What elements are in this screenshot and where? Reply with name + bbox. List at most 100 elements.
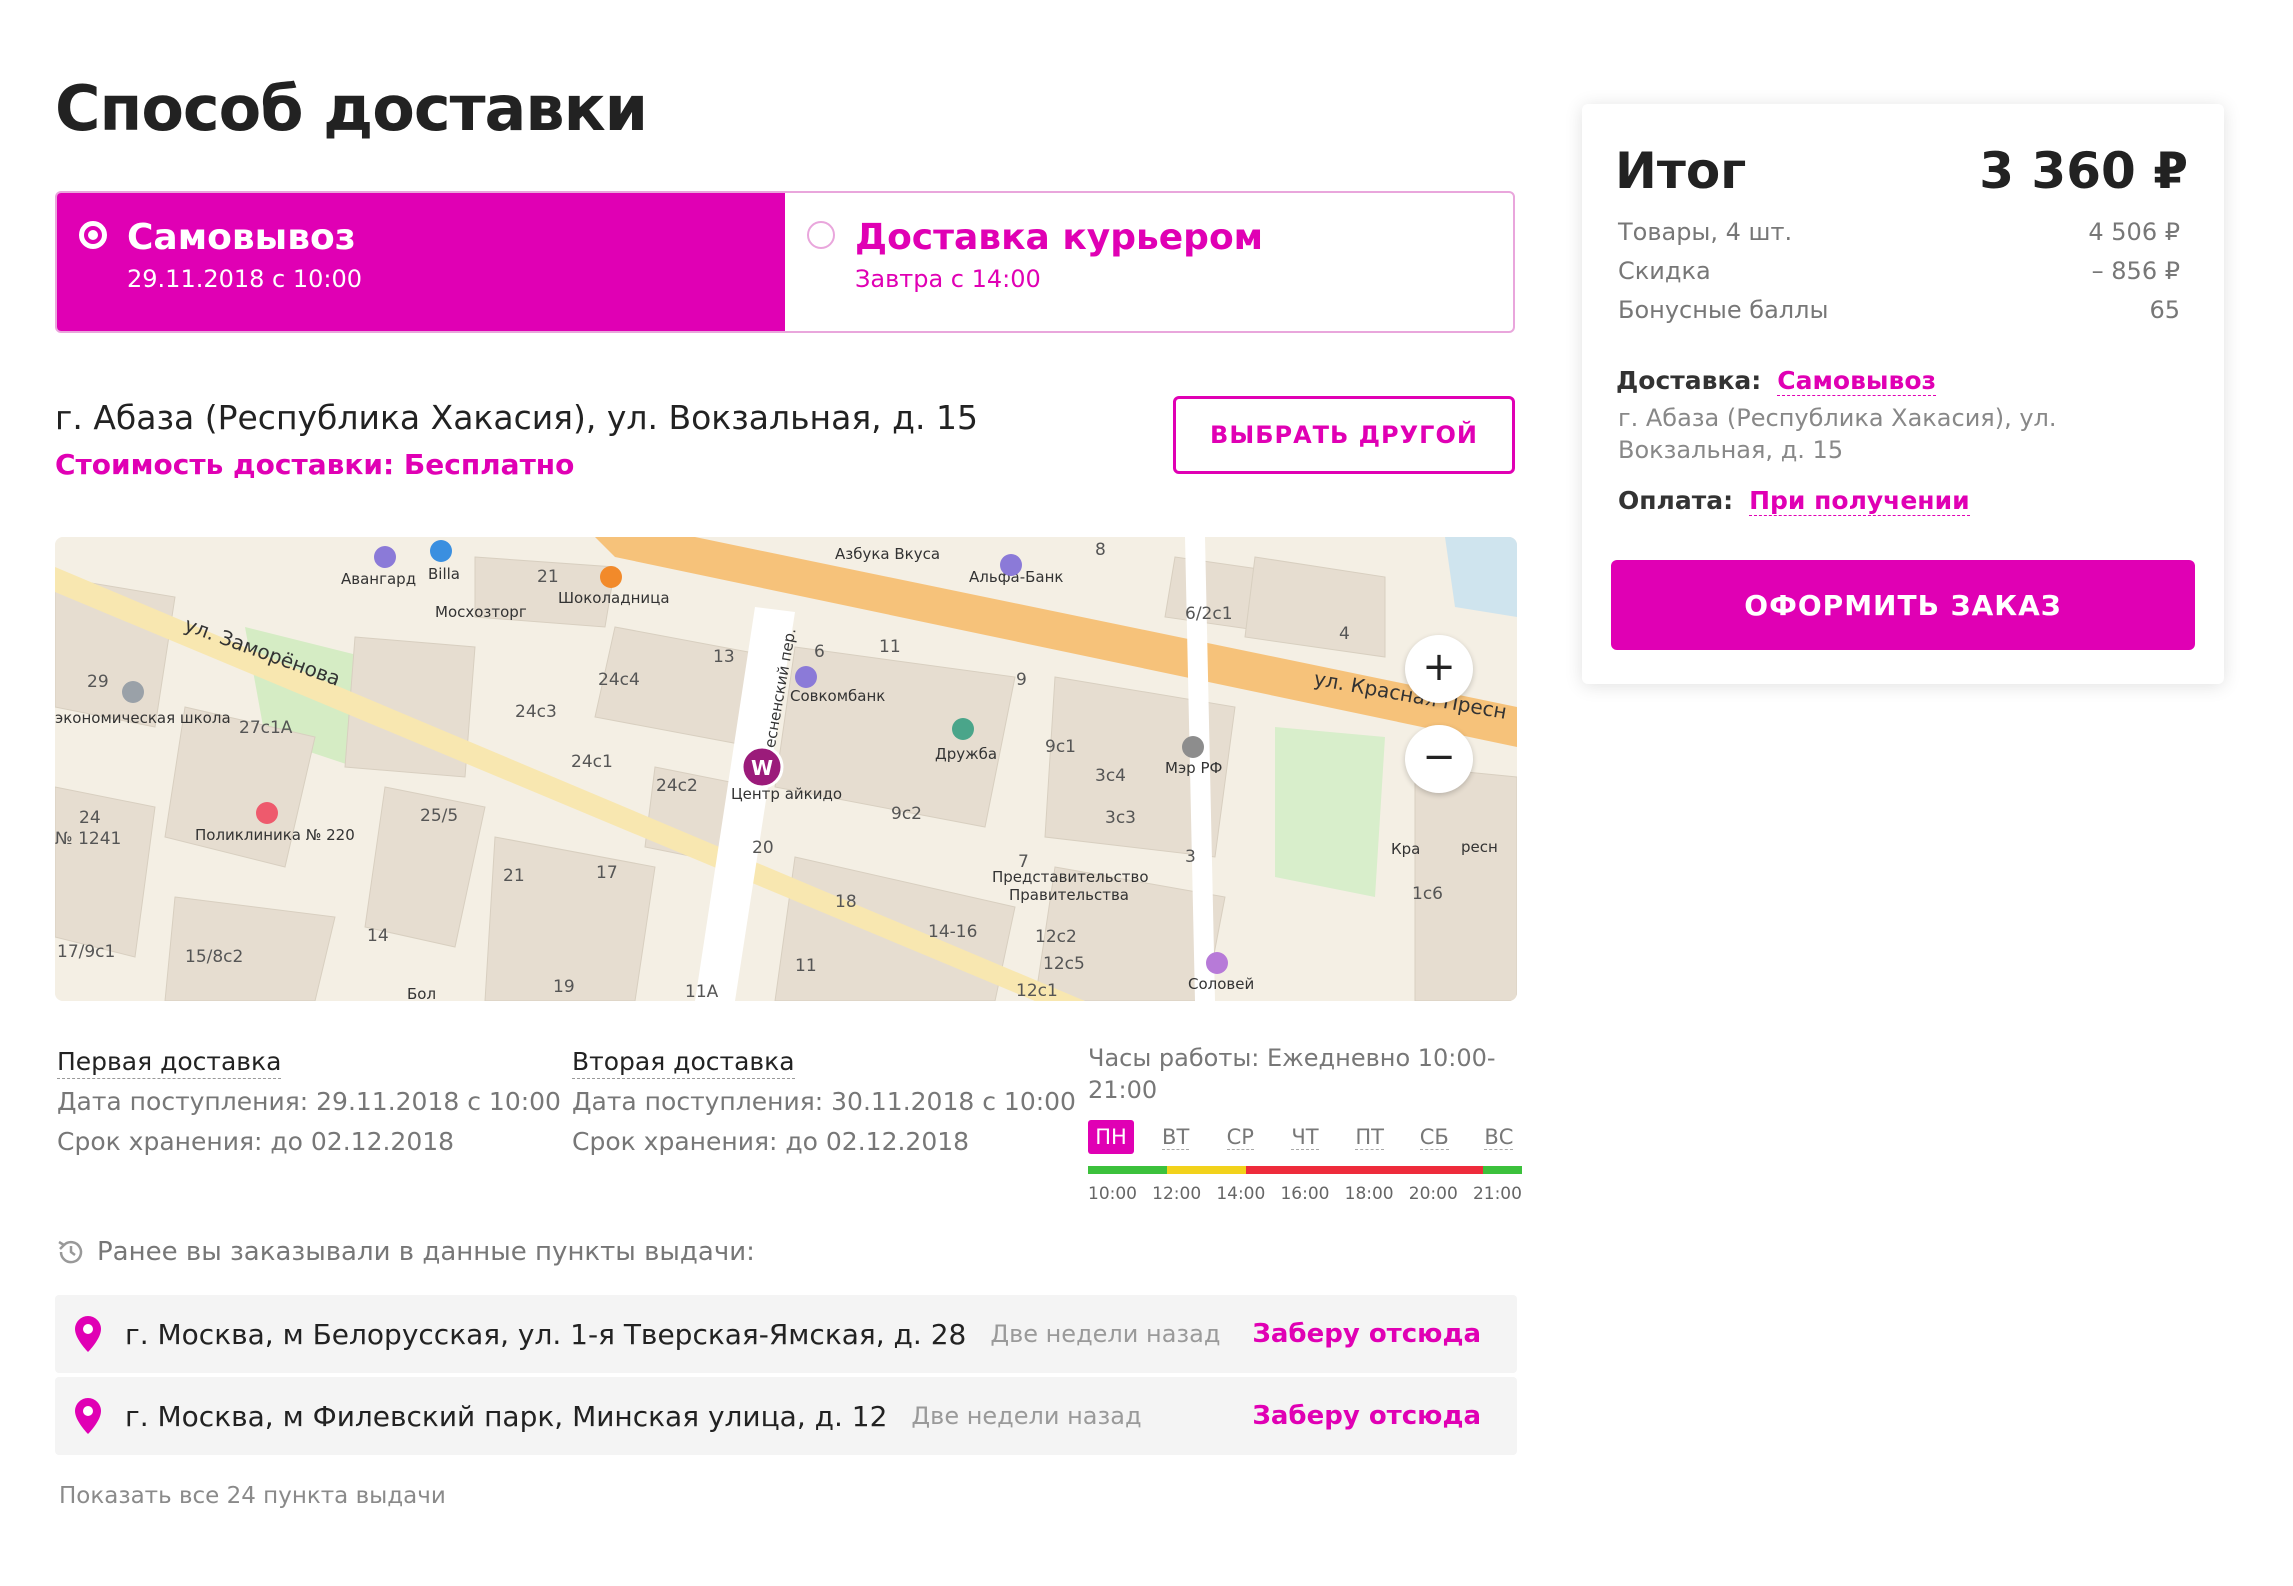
summary-row-value: – 856 ₽: [2091, 257, 2180, 285]
first-delivery-title[interactable]: Первая доставка: [57, 1046, 282, 1079]
working-hours: Часы работы: Ежедневно 10:00-21:00 ПН ВТ…: [1088, 1042, 1522, 1204]
map-num: 17/9c1: [57, 942, 115, 962]
map-num: 4: [1339, 624, 1350, 644]
radio-selected-icon[interactable]: [79, 221, 107, 249]
map-num: 17: [596, 863, 618, 883]
map-num: 19: [553, 977, 575, 997]
hours-ticks: 10:00 12:00 14:00 16:00 18:00 20:00 21:0…: [1088, 1184, 1522, 1204]
map-num: 24c4: [598, 670, 640, 690]
first-delivery-info: Первая доставка Дата поступления: 29.11.…: [57, 1042, 561, 1162]
map-num: 12c1: [1016, 981, 1058, 1001]
hospital-icon: [256, 802, 278, 824]
map-label-predstav-2: Правительства: [1009, 886, 1129, 904]
map-label-avangard: Авангард: [341, 570, 416, 588]
map-num: № 1241: [55, 829, 121, 849]
checkout-button[interactable]: ОФОРМИТЬ ЗАКАЗ: [1611, 560, 2195, 650]
weekday-selector: ПН ВТ СР ЧТ ПТ СБ ВС: [1088, 1120, 1522, 1154]
choose-other-button[interactable]: ВЫБРАТЬ ДРУГОЙ: [1173, 396, 1515, 474]
cinema-icon: [1206, 952, 1228, 974]
tab-pickup-date: 29.11.2018 с 10:00: [127, 265, 363, 293]
page-title: Способ доставки: [55, 72, 648, 145]
bank-icon: [1000, 554, 1022, 576]
location-pin-icon: [75, 1398, 101, 1434]
history-row[interactable]: г. Москва, м Филевский парк, Минская ули…: [55, 1377, 1517, 1455]
map-label-shokoladnitsa: Шоколадница: [558, 589, 670, 607]
hour-tick: 14:00: [1216, 1184, 1266, 1204]
summary-total-value: 3 360 ₽: [1979, 142, 2188, 200]
summary-delivery-link[interactable]: Самовывоз: [1777, 366, 1937, 396]
pick-here-button[interactable]: Заберу отсюда: [1252, 1319, 1481, 1349]
day-thu[interactable]: ЧТ: [1282, 1120, 1328, 1154]
map-num: 9: [1016, 670, 1027, 690]
map-label-azbuka: Азбука Вкуса: [835, 545, 940, 563]
day-sat[interactable]: СБ: [1411, 1120, 1457, 1154]
map-num: 13: [713, 647, 735, 667]
summary-delivery-address: г. Абаза (Республика Хакасия), ул. Вокза…: [1618, 404, 2057, 464]
map-num: 14-16: [928, 922, 977, 942]
pickup-address: г. Абаза (Республика Хакасия), ул. Вокза…: [55, 398, 978, 437]
map-num: 3c3: [1105, 808, 1136, 828]
map-num: 3c4: [1095, 766, 1126, 786]
day-fri[interactable]: ПТ: [1347, 1120, 1393, 1154]
summary-row-items: Товары, 4 шт. 4 506 ₽: [1618, 218, 2180, 246]
map-num: 12c5: [1043, 954, 1085, 974]
history-title-text: Ранее вы заказывали в данные пункты выда…: [97, 1237, 755, 1267]
summary-row-label: Бонусные баллы: [1618, 296, 1829, 324]
tab-pickup[interactable]: Самовывоз 29.11.2018 с 10:00: [57, 193, 785, 331]
second-delivery-storage: Срок хранения: до 02.12.2018: [572, 1127, 970, 1156]
map-num: 11A: [685, 982, 719, 1001]
show-all-points-link[interactable]: Показать все 24 пункта выдачи: [59, 1483, 446, 1509]
map-num: 21: [537, 567, 559, 587]
load-segment: [1166, 1166, 1246, 1174]
day-wed[interactable]: СР: [1217, 1120, 1263, 1154]
map-num: 29: [87, 672, 109, 692]
map-label-predstav-1: Представительство: [992, 868, 1149, 886]
history-time: Две недели назад: [911, 1402, 1142, 1430]
summary-row-value: 4 506 ₽: [2088, 218, 2180, 246]
hour-tick: 20:00: [1408, 1184, 1458, 1204]
map-num: 24c1: [571, 752, 613, 772]
tab-courier-title: Доставка курьером: [855, 217, 1264, 258]
zoom-out-button[interactable]: −: [1405, 725, 1473, 793]
flag-icon: [1182, 736, 1204, 758]
day-sun[interactable]: ВС: [1476, 1120, 1522, 1154]
history-address: г. Москва, м Филевский парк, Минская ули…: [125, 1399, 888, 1433]
summary-row-label: Скидка: [1618, 257, 1711, 285]
map-num: 1c6: [1412, 884, 1443, 904]
load-segment: [1482, 1166, 1522, 1174]
day-tue[interactable]: ВТ: [1153, 1120, 1199, 1154]
summary-row-value: 65: [2149, 296, 2180, 324]
hour-tick: 16:00: [1280, 1184, 1330, 1204]
pick-here-button[interactable]: Заберу отсюда: [1252, 1401, 1481, 1431]
pickup-map[interactable]: Авангард Billa Мосхозторг Шоколадница Аз…: [55, 537, 1517, 1001]
summary-payment: Оплата: При получении: [1618, 486, 1970, 516]
day-mon[interactable]: ПН: [1088, 1120, 1134, 1154]
map-num: 15/8c2: [185, 947, 243, 967]
radio-empty-icon[interactable]: [807, 221, 835, 249]
bank-icon: [374, 546, 396, 568]
zoom-in-button[interactable]: +: [1405, 635, 1473, 703]
first-delivery-storage: Срок хранения: до 02.12.2018: [57, 1127, 455, 1156]
cafe-icon: [600, 566, 622, 588]
order-summary-card: Итог 3 360 ₽ Товары, 4 шт. 4 506 ₽ Скидк…: [1582, 104, 2224, 684]
working-hours-title: Часы работы: Ежедневно 10:00-21:00: [1088, 1044, 1496, 1104]
map-num: 9c2: [891, 804, 922, 824]
second-delivery-title[interactable]: Вторая доставка: [572, 1046, 795, 1079]
map-label-bol: Бол: [407, 985, 436, 1001]
history-icon: [58, 1240, 83, 1264]
first-delivery-arrival: Дата поступления: 29.11.2018 с 10:00: [57, 1087, 561, 1116]
tab-courier[interactable]: Доставка курьером Завтра с 14:00: [785, 193, 1513, 331]
map-label-aikido: Центр айкидо: [731, 785, 842, 803]
history-row[interactable]: г. Москва, м Белорусская, ул. 1-я Тверск…: [55, 1295, 1517, 1373]
summary-payment-link[interactable]: При получении: [1749, 486, 1970, 516]
history-time: Две недели назад: [990, 1320, 1221, 1348]
map-num: 6/2c1: [1185, 604, 1233, 624]
map-num: 3: [1185, 847, 1196, 867]
map-canvas[interactable]: Авангард Billa Мосхозторг Шоколадница Аз…: [55, 537, 1517, 1001]
map-label-sovkom: Совкомбанк: [790, 687, 885, 705]
map-num: 24c3: [515, 702, 557, 722]
museum-icon: [952, 718, 974, 740]
map-num: 7: [1018, 852, 1029, 872]
hour-tick: 10:00: [1088, 1184, 1137, 1204]
second-delivery-arrival: Дата поступления: 30.11.2018 с 10:00: [572, 1087, 1076, 1116]
